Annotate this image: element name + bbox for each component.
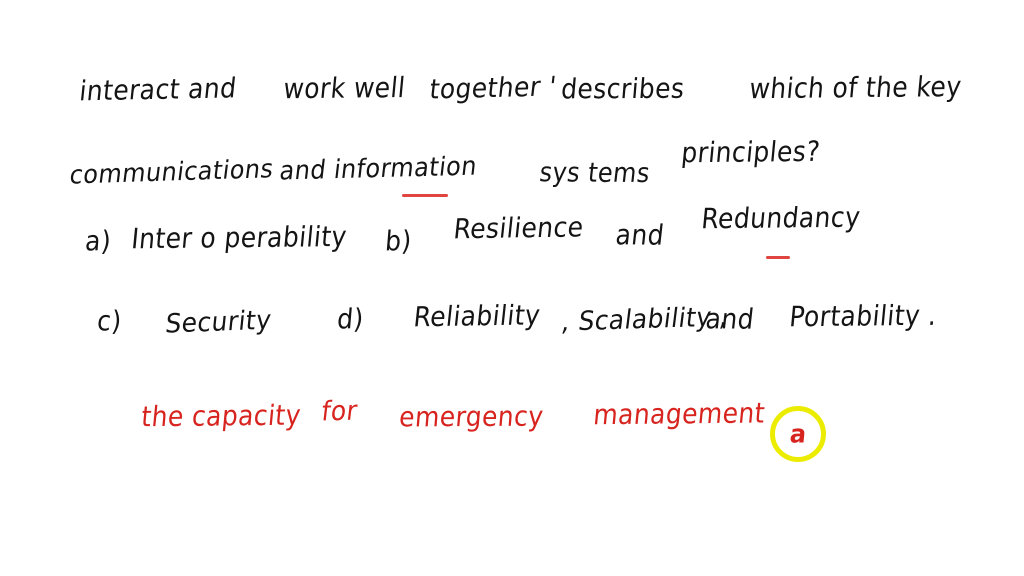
option-b-text: Resilience bbox=[452, 211, 586, 245]
red-underline-redundancy bbox=[766, 256, 790, 259]
answer-segment1: the capacity bbox=[140, 398, 303, 433]
option-a-text: Inter o perability bbox=[130, 220, 349, 255]
question-line2-segment4: principles? bbox=[680, 135, 822, 169]
option-d-letter: d) bbox=[336, 302, 366, 335]
handwritten-page: interact and work well together ' descri… bbox=[0, 0, 1024, 576]
answer-segment3: emergency bbox=[398, 400, 545, 433]
option-c-text: Security bbox=[164, 304, 273, 339]
option-d-text: Reliability bbox=[412, 299, 542, 333]
option-b-conjunction: and bbox=[614, 218, 666, 252]
question-line1-segment1: interact and bbox=[78, 72, 239, 107]
option-d-text-3: Portability . bbox=[788, 298, 939, 333]
question-line2-segment1: communications bbox=[68, 153, 276, 190]
red-underline-information bbox=[402, 194, 448, 197]
answer-segment2: for bbox=[320, 394, 360, 427]
answer-segment4: management bbox=[592, 396, 767, 431]
question-line1-segment2: work well bbox=[282, 71, 407, 105]
question-line1-segment5: which of the key bbox=[748, 70, 964, 105]
question-line2-segment2: and information bbox=[278, 150, 479, 186]
question-line2-segment3: sys tems bbox=[538, 156, 652, 189]
option-a-letter: a) bbox=[84, 224, 113, 257]
question-line1-segment3: together ' bbox=[428, 70, 559, 105]
option-d-conjunction: and bbox=[704, 302, 756, 336]
question-line1-segment4: describes bbox=[560, 72, 686, 105]
answer-circled-letter: a bbox=[788, 419, 808, 449]
option-c-letter: c) bbox=[96, 304, 123, 337]
option-b-text-2: Redundancy bbox=[700, 200, 862, 235]
option-b-letter: b) bbox=[384, 224, 414, 257]
